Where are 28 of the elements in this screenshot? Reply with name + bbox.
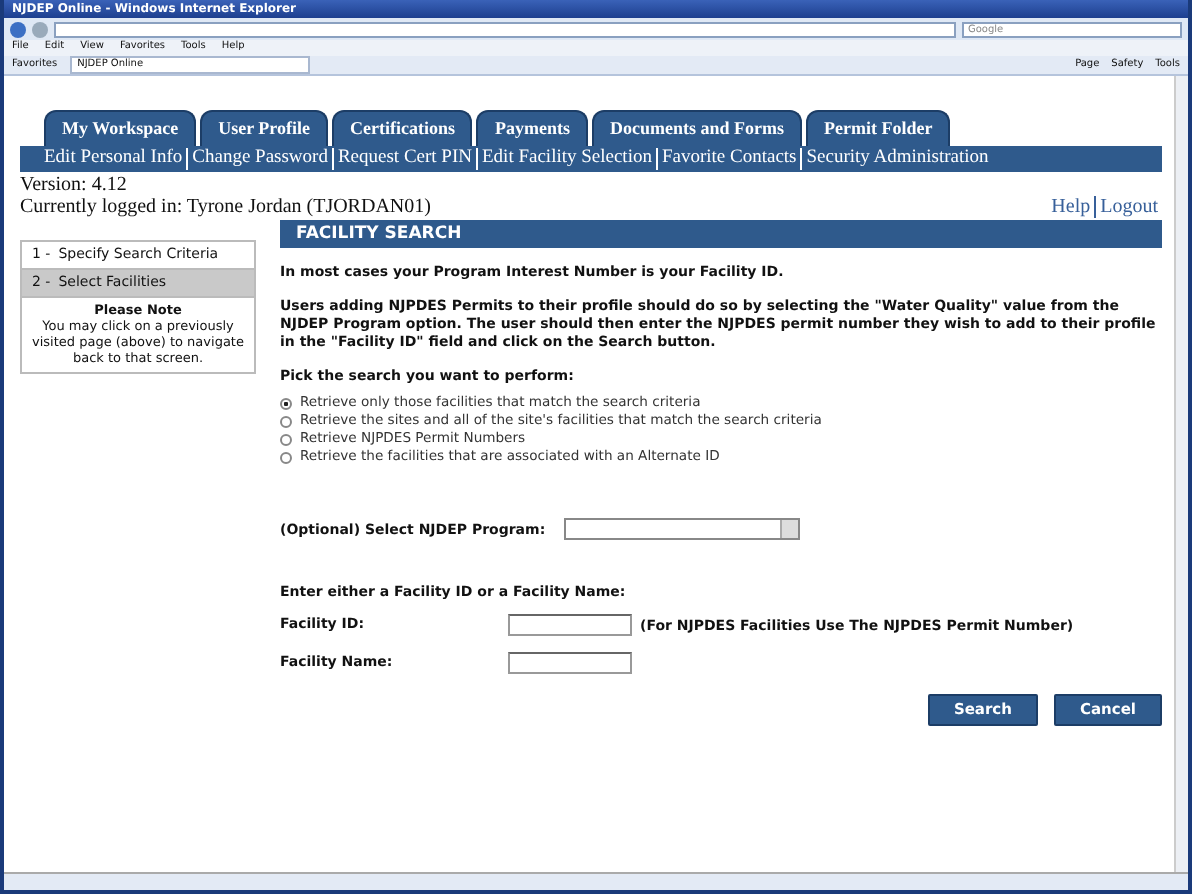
scrollbar[interactable] [1174, 76, 1188, 872]
radio-button[interactable] [280, 397, 292, 410]
subnav-link[interactable]: Change Password [188, 147, 334, 169]
subnav-link[interactable]: Request Cert PIN [333, 147, 478, 169]
address-field[interactable] [54, 21, 956, 37]
facility-name-input[interactable] [508, 652, 632, 675]
subnav-link[interactable]: Favorite Contacts [657, 147, 803, 169]
header-link[interactable]: Help [1047, 195, 1095, 217]
program-dropdown[interactable] [564, 518, 800, 541]
subnav-link[interactable]: Edit Personal Info [40, 147, 189, 169]
section-header: FACILITY SEARCH [280, 219, 1162, 249]
tab[interactable]: User Profile [200, 110, 328, 145]
forward-icon[interactable] [32, 21, 48, 37]
tab[interactable]: Permit Folder [805, 110, 951, 145]
radio-button[interactable] [280, 415, 292, 428]
tab[interactable]: Payments [476, 110, 588, 145]
radio-button[interactable] [280, 433, 292, 446]
back-icon[interactable] [10, 21, 26, 37]
radio-button[interactable] [280, 451, 292, 464]
facility-id-input[interactable] [508, 614, 632, 637]
tab[interactable]: My Workspace [44, 110, 197, 145]
logged-in-text: Currently logged in: Tyrone Jordan (TJORDAN01) [20, 195, 431, 219]
subnav-link[interactable]: Security Administration [802, 147, 993, 169]
tab[interactable]: Documents and Forms [591, 110, 802, 145]
version-text: Version: 4.12 [20, 173, 129, 195]
tab[interactable]: Certifications [332, 110, 473, 145]
header-link[interactable]: Logout [1094, 195, 1162, 217]
subnav-link[interactable]: Edit Facility Selection [478, 147, 658, 169]
